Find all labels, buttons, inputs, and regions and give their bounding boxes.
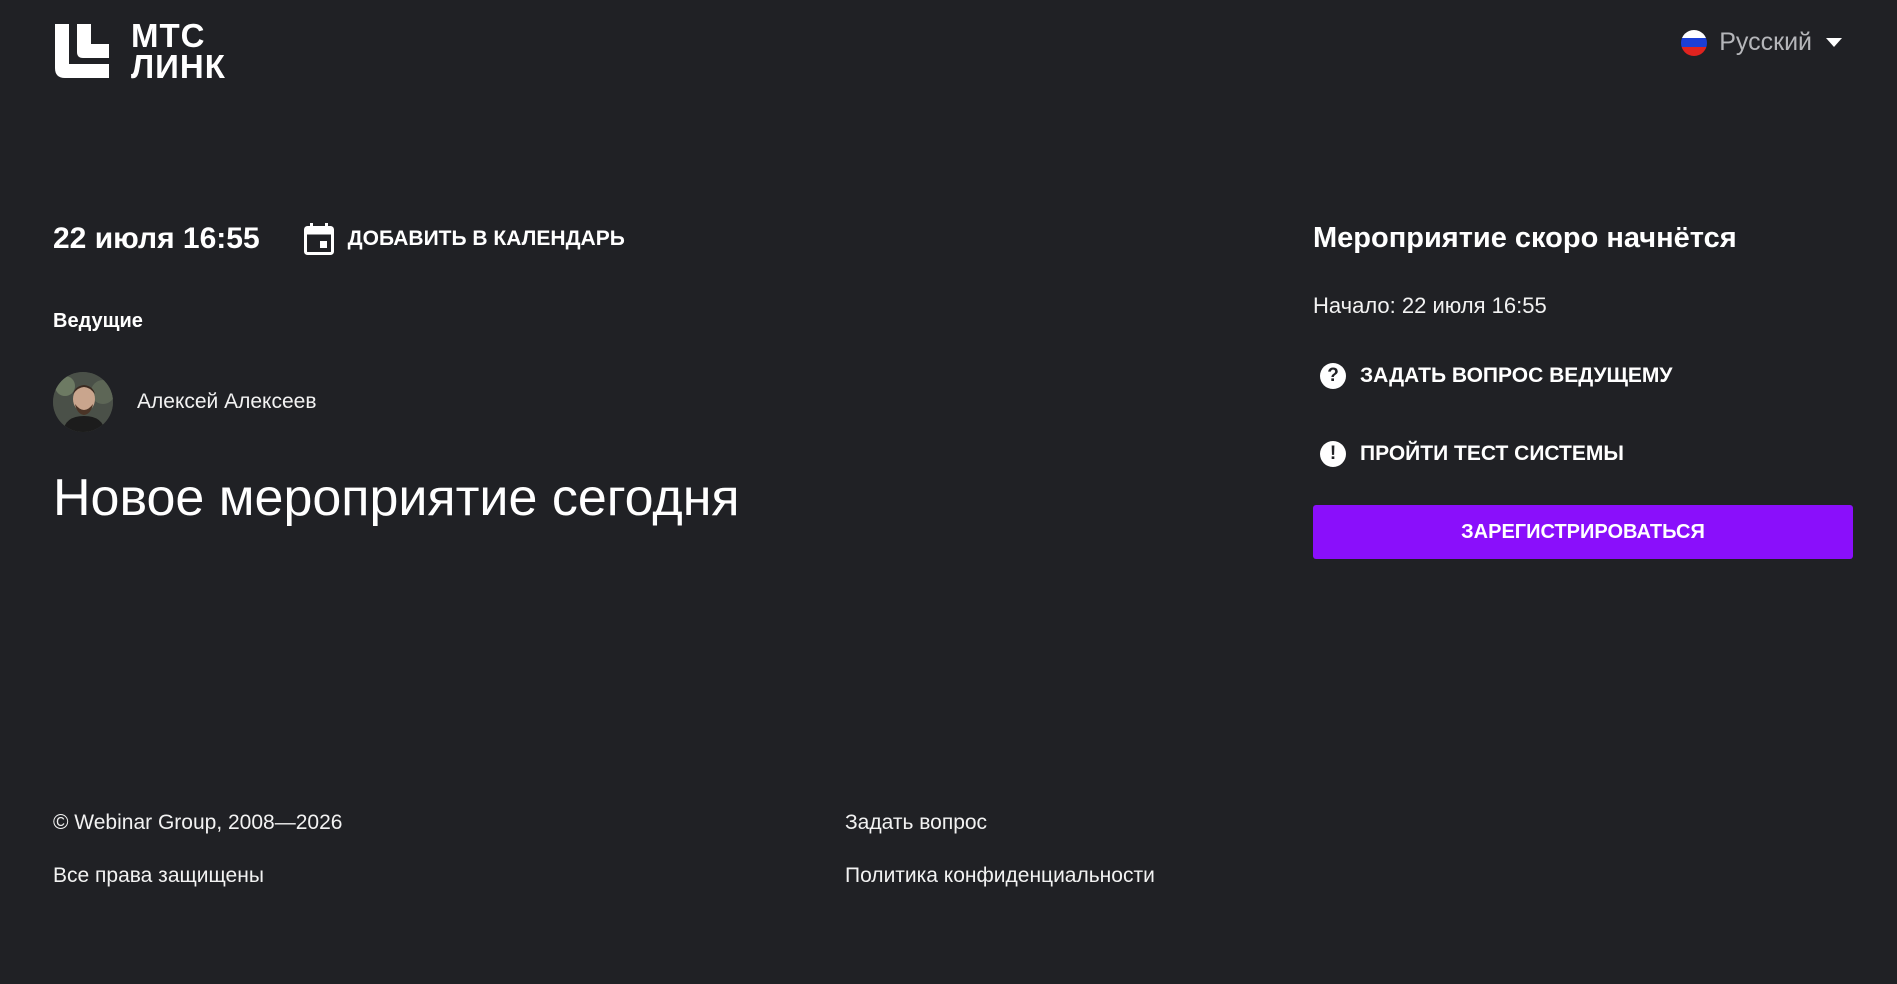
calendar-icon [303, 223, 334, 255]
host-item: Алексей Алексеев [53, 372, 316, 432]
hosts-heading: Ведущие [53, 310, 143, 332]
ask-host-button[interactable]: ? ЗАДАТЬ ВОПРОС ВЕДУЩЕМУ [1320, 363, 1853, 389]
footer-legal: © Webinar Group, 2008—2026 Все права защ… [53, 811, 342, 888]
footer-links: Задать вопрос Политика конфиденциальност… [845, 811, 1155, 888]
exclamation-icon: ! [1320, 441, 1346, 467]
avatar [53, 372, 113, 432]
language-selector[interactable]: Русский [1681, 28, 1842, 57]
question-icon: ? [1320, 363, 1346, 389]
event-start-time: Начало: 22 июля 16:55 [1313, 293, 1547, 318]
system-test-label: ПРОЙТИ ТЕСТ СИСТЕМЫ [1360, 442, 1624, 465]
register-button[interactable]: ЗАРЕГИСТРИРОВАТЬСЯ [1313, 505, 1853, 559]
add-to-calendar-label: ДОБАВИТЬ В КАЛЕНДАРЬ [347, 227, 625, 250]
rights-text: Все права защищены [53, 864, 264, 887]
event-status-title: Мероприятие скоро начнётся [1313, 222, 1737, 254]
logo-text: МТС ЛИНК [131, 17, 226, 85]
event-date-row: 22 июля 16:55 ДОБАВИТЬ В КАЛЕНДАРЬ [53, 222, 625, 256]
footer-ask-link[interactable]: Задать вопрос [845, 811, 1155, 835]
privacy-policy-link[interactable]: Политика конфиденциальности [845, 864, 1155, 888]
add-to-calendar-button[interactable]: ДОБАВИТЬ В КАЛЕНДАРЬ [303, 223, 625, 255]
system-test-button[interactable]: ! ПРОЙТИ ТЕСТ СИСТЕМЫ [1320, 441, 1853, 467]
event-page: МТС ЛИНК Русский 22 июля 16:55 ДОБАВИТЬ … [0, 0, 1897, 984]
chevron-down-icon [1826, 38, 1842, 47]
event-title: Новое мероприятие сегодня [53, 469, 740, 527]
logo-line-1: МТС [131, 17, 206, 54]
logo-line-2: ЛИНК [131, 48, 226, 85]
logo-mark-icon [55, 24, 109, 78]
event-date: 22 июля 16:55 [53, 222, 260, 255]
ask-host-label: ЗАДАТЬ ВОПРОС ВЕДУЩЕМУ [1360, 364, 1673, 387]
event-status-panel: Мероприятие скоро начнётся Начало: 22 ию… [1313, 222, 1853, 559]
russian-flag-icon [1681, 29, 1708, 56]
copyright-text: © Webinar Group, 2008—2026 [53, 811, 343, 834]
language-label: Русский [1719, 28, 1812, 56]
host-name: Алексей Алексеев [137, 390, 317, 413]
mts-link-logo[interactable]: МТС ЛИНК [55, 17, 226, 85]
